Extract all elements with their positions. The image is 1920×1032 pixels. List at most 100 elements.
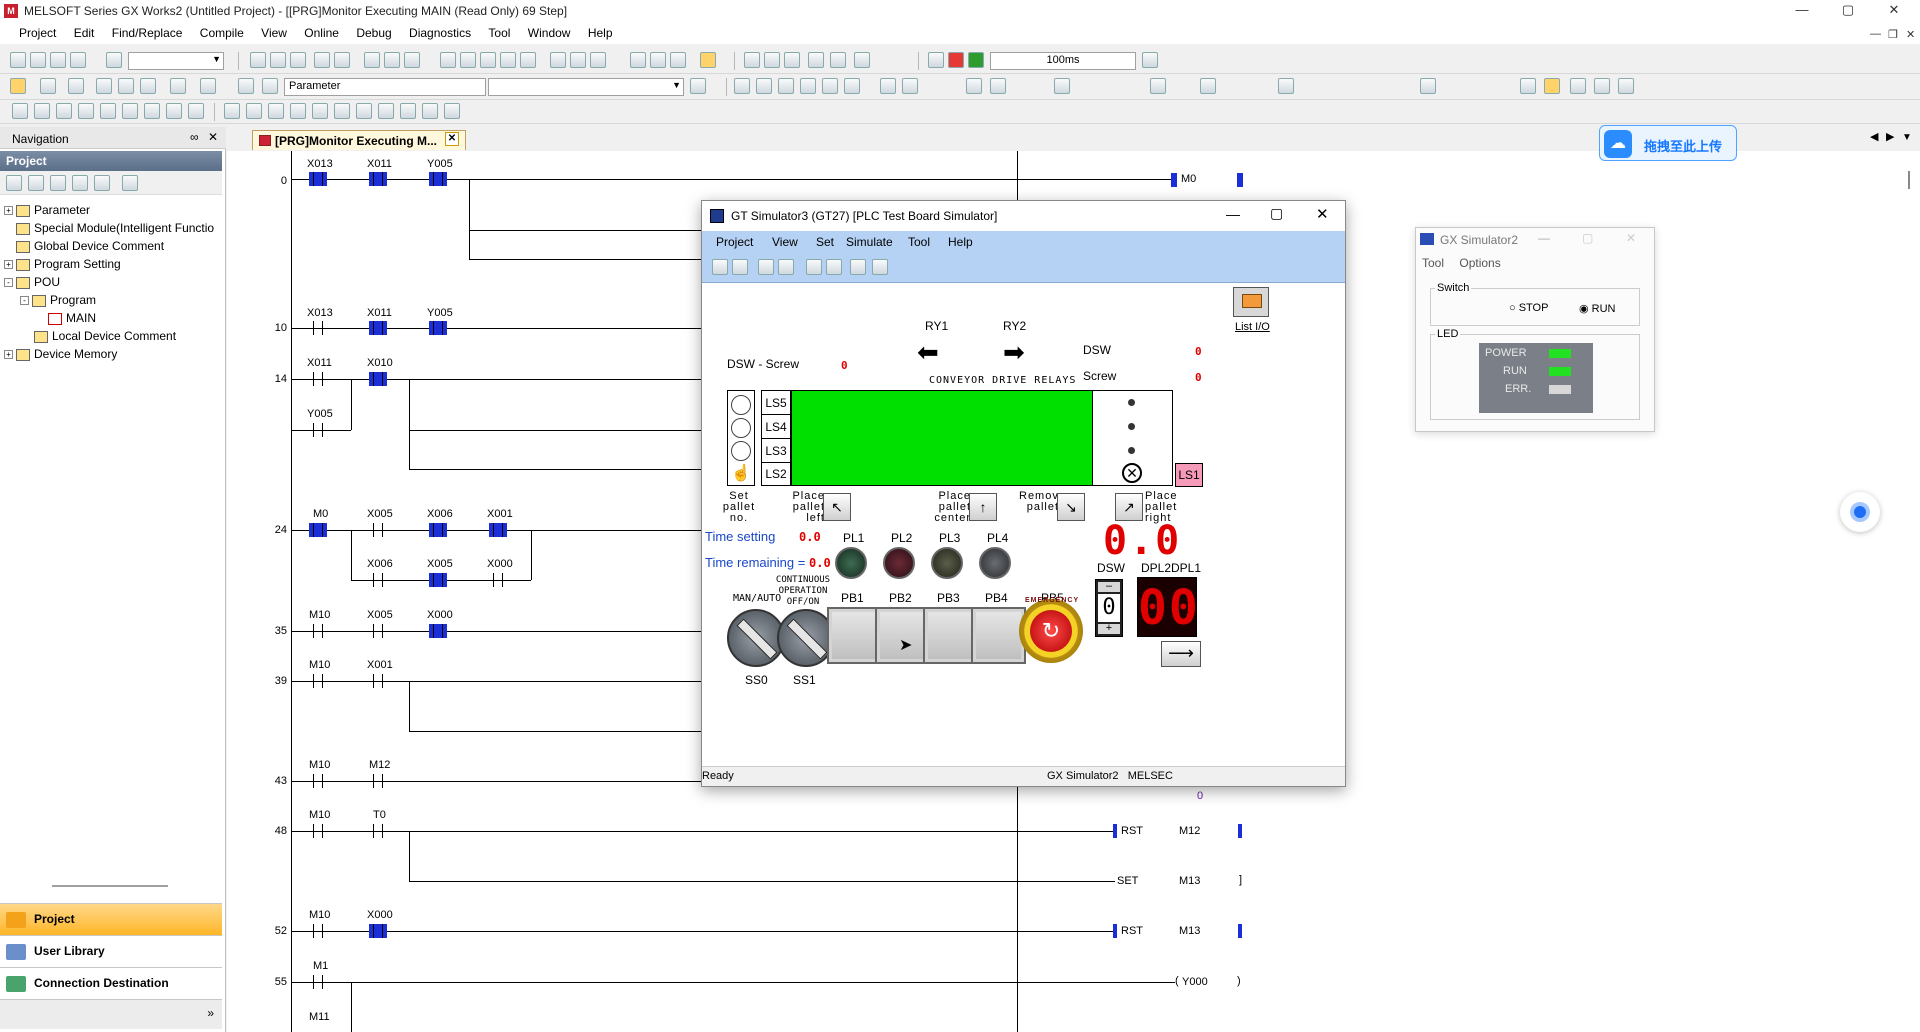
contact-m10[interactable] (309, 824, 327, 838)
push-button-pb1[interactable] (827, 607, 882, 664)
mdi-restore-icon[interactable]: ❐ (1888, 28, 1898, 41)
contact-x011[interactable] (369, 172, 387, 186)
device-test-icon[interactable] (550, 52, 566, 68)
gt-minimize-icon[interactable]: — (1226, 206, 1240, 222)
menu-diagnostics[interactable]: Diagnostics (402, 22, 478, 44)
tree-item-program[interactable]: - Program (20, 291, 96, 309)
run-radio[interactable]: ◉ RUN (1579, 302, 1616, 315)
zoom-icon[interactable] (1618, 78, 1634, 94)
search-icon[interactable] (1594, 78, 1610, 94)
contact-y005[interactable] (429, 321, 447, 335)
gx-maximize-icon[interactable]: ▢ (1582, 231, 1593, 245)
zoom-out-icon[interactable] (764, 52, 780, 68)
contact-m0[interactable] (309, 523, 327, 537)
navigation-close-icon[interactable]: ✕ (208, 130, 218, 144)
caf5-icon[interactable] (1150, 78, 1166, 94)
splitter[interactable] (52, 885, 168, 887)
help-icon[interactable] (106, 52, 122, 68)
line-icon[interactable] (100, 103, 116, 119)
hand-pointer-icon[interactable]: ☝ (731, 464, 751, 484)
contact-x006[interactable] (369, 573, 387, 587)
label-icon[interactable] (188, 103, 204, 119)
nav-button-project[interactable]: Project (0, 903, 222, 935)
menu-find-replace[interactable]: Find/Replace (105, 22, 190, 44)
mdi-minimize-icon[interactable]: — (1870, 28, 1881, 40)
menu-compile[interactable]: Compile (193, 22, 251, 44)
contact-x006[interactable] (429, 523, 447, 537)
af5-icon[interactable] (1054, 78, 1070, 94)
contact-x000[interactable] (429, 624, 447, 638)
trace-icon[interactable] (630, 52, 646, 68)
columns-icon[interactable] (290, 103, 306, 119)
property-icon[interactable] (72, 175, 88, 191)
gt-maximize-icon[interactable]: ▢ (1270, 205, 1283, 222)
tree-item-special-module[interactable]: Special Module(Intelligent Functio (4, 219, 214, 237)
gx-close-icon[interactable]: ✕ (1626, 231, 1636, 245)
gt-menu-tool[interactable]: Tool (908, 235, 930, 249)
save-icon[interactable] (50, 52, 66, 68)
sf9-line-icon[interactable] (902, 78, 918, 94)
contact-y005[interactable] (309, 423, 327, 437)
device-list-icon[interactable] (118, 78, 134, 94)
tab-scroll-left-icon[interactable]: ◀ (1870, 130, 1878, 143)
gt-menu-view[interactable]: View (772, 235, 798, 249)
sort-icon[interactable] (830, 52, 846, 68)
start-icon[interactable] (968, 52, 984, 68)
contact-y005[interactable] (429, 172, 447, 186)
watch-window-icon[interactable] (140, 78, 156, 94)
tree-item-parameter[interactable]: + Parameter (4, 201, 90, 219)
contact-t0[interactable] (369, 824, 387, 838)
refresh-icon[interactable] (238, 78, 254, 94)
delete-data-icon[interactable] (50, 175, 66, 191)
zoom-in-icon[interactable] (744, 52, 760, 68)
tab-close-icon[interactable]: ✕ (445, 132, 459, 146)
print-icon[interactable] (70, 52, 86, 68)
filter-icon[interactable] (808, 52, 824, 68)
copy-data-icon[interactable] (28, 175, 44, 191)
collapse-icon[interactable]: - (4, 278, 13, 288)
f7-coil-icon[interactable] (822, 78, 838, 94)
nav-more-bar[interactable]: » (0, 999, 222, 1029)
list-io-button[interactable] (1233, 287, 1269, 317)
parameter-combo[interactable]: Parameter (284, 78, 486, 96)
contact-x011-nc[interactable] (309, 372, 327, 386)
tab-list-icon[interactable]: ▼ (1902, 132, 1912, 143)
format-icon[interactable] (268, 103, 284, 119)
menu-window[interactable]: Window (521, 22, 578, 44)
gt-stop-icon[interactable] (732, 259, 748, 275)
tree-item-local-comment[interactable]: Local Device Comment (34, 327, 176, 345)
place-pallet-left-button[interactable]: ↖ (823, 493, 851, 521)
f8-instruction-icon[interactable] (844, 78, 860, 94)
contact-m12[interactable] (369, 774, 387, 788)
grid-icon[interactable] (144, 103, 160, 119)
floating-assistant-button[interactable] (1840, 492, 1880, 532)
monitor-start-icon[interactable] (440, 52, 456, 68)
percent-icon[interactable] (224, 103, 240, 119)
refresh-tree-icon[interactable] (94, 175, 110, 191)
gt-close-icon[interactable]: ✕ (1316, 205, 1329, 223)
tree-item-device-memory[interactable]: + Device Memory (4, 345, 117, 363)
collapse-icon[interactable]: - (20, 296, 29, 306)
maximize-icon[interactable]: ▢ (1826, 0, 1870, 22)
contact-x001[interactable] (369, 674, 387, 688)
contact-x010[interactable] (369, 372, 387, 386)
monitor-stop-icon[interactable] (460, 52, 476, 68)
tree-item-program-setting[interactable]: + Program Setting (4, 255, 121, 273)
nav-button-user-library[interactable]: User Library (0, 935, 222, 967)
wrap-icon[interactable] (378, 103, 394, 119)
minimize-icon[interactable]: — (1780, 0, 1824, 22)
contact-x005[interactable] (369, 624, 387, 638)
gt-menu-simulate[interactable]: Simulate (846, 235, 893, 249)
breakpoint-icon[interactable] (590, 52, 606, 68)
cut-icon[interactable] (250, 52, 266, 68)
delete-row-icon[interactable] (34, 103, 50, 119)
percent2-icon[interactable] (246, 103, 262, 119)
gt-screen-icon[interactable] (806, 259, 822, 275)
next-arrow-button[interactable]: ⟶ (1161, 641, 1201, 667)
collapse-icon[interactable] (422, 103, 438, 119)
tree-item-global-comment[interactable]: Global Device Comment (4, 237, 164, 255)
more-icon[interactable] (444, 103, 460, 119)
copy-icon[interactable] (270, 52, 286, 68)
expand-icon[interactable]: + (4, 260, 13, 270)
gx-minimize-icon[interactable]: — (1538, 231, 1550, 245)
